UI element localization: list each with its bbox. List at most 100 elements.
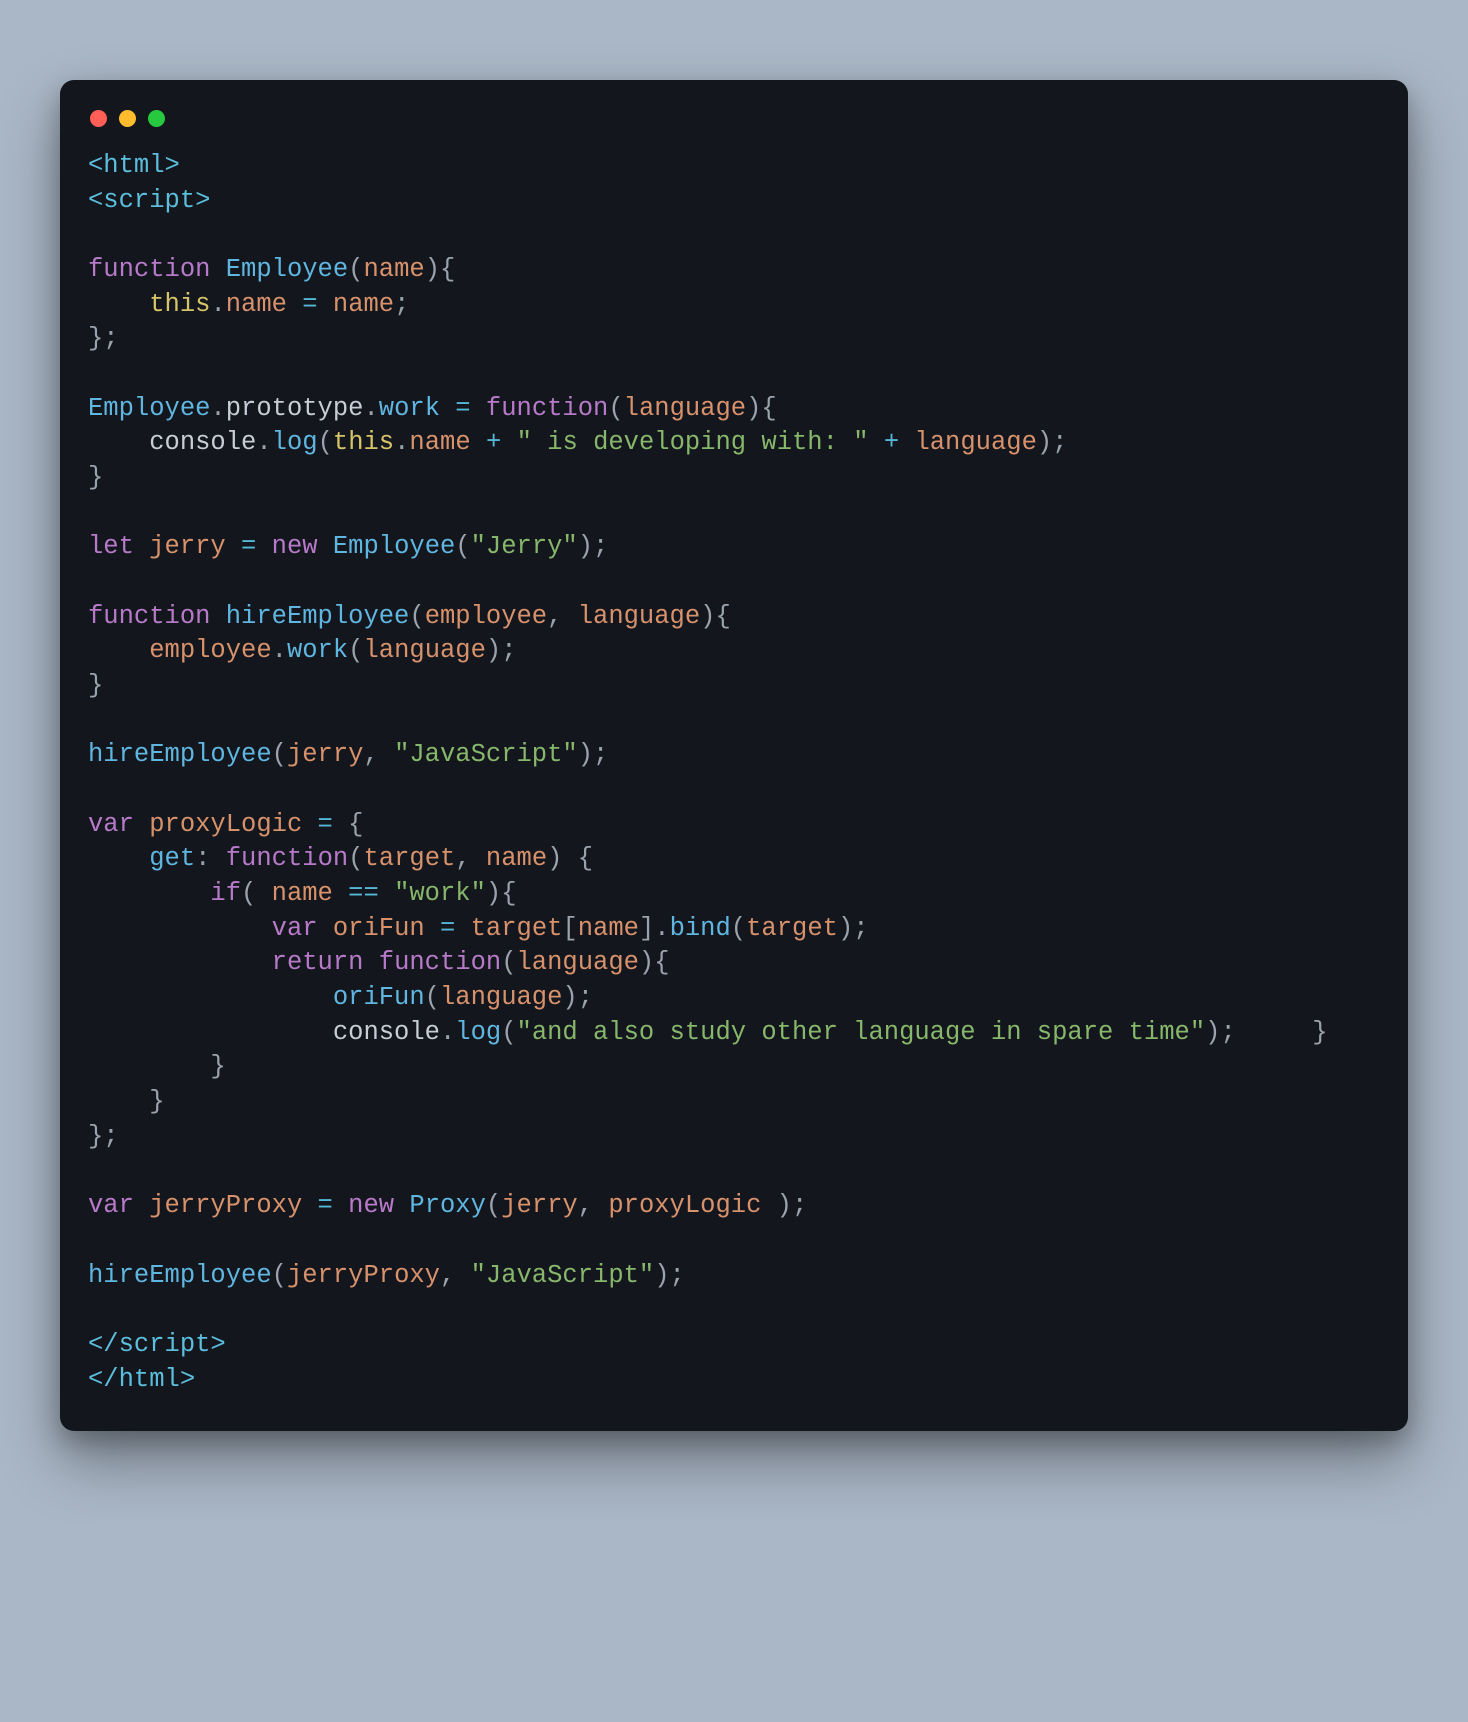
code-token: ); [562, 983, 593, 1012]
code-token: name [333, 290, 394, 319]
code-token: language [363, 636, 485, 665]
code-token: name [363, 255, 424, 284]
code-token: jerry [149, 532, 226, 561]
code-token: "and also study other language in spare … [517, 1018, 1206, 1047]
code-token: = [226, 532, 272, 561]
code-token: var [272, 914, 333, 943]
code-token: language [624, 394, 746, 423]
code-token: } [88, 1052, 226, 1081]
code-token: = [425, 914, 471, 943]
code-token: if [210, 879, 241, 908]
code-token: { [348, 810, 363, 839]
code-token: ( [608, 394, 623, 423]
code-token: ; [394, 290, 409, 319]
code-token: name [409, 428, 470, 457]
code-token: = [440, 394, 486, 423]
code-token: = [302, 1191, 348, 1220]
code-token: let [88, 532, 149, 561]
code-token: ( [501, 948, 516, 977]
code-token: ( [731, 914, 746, 943]
code-token: = [302, 810, 348, 839]
code-token: get [149, 844, 195, 873]
code-token: == [333, 879, 394, 908]
code-token: oriFun [333, 914, 425, 943]
code-token: language [517, 948, 639, 977]
code-token: </html> [88, 1365, 195, 1394]
code-token: } [88, 463, 103, 492]
close-icon[interactable] [90, 110, 107, 127]
code-token: hireEmployee [226, 602, 410, 631]
code-token: . [394, 428, 409, 457]
code-token: : [195, 844, 226, 873]
code-token: . [210, 394, 225, 423]
code-token: ); [1037, 428, 1068, 457]
code-token: ( [241, 879, 272, 908]
code-token: ( [409, 602, 424, 631]
code-token: , [455, 844, 486, 873]
code-token: Employee [88, 394, 210, 423]
code-token: prototype [226, 394, 364, 423]
code-token: target [746, 914, 838, 943]
code-token: new [272, 532, 333, 561]
code-token: jerry [287, 740, 364, 769]
code-token: , [363, 740, 394, 769]
code-token: } [1236, 1018, 1328, 1047]
code-token: function [379, 948, 501, 977]
code-window: <html> <script> function Employee(name){… [60, 80, 1408, 1431]
code-token: . [272, 636, 287, 665]
code-token: Employee [226, 255, 348, 284]
code-token: new [348, 1191, 409, 1220]
code-content[interactable]: <html> <script> function Employee(name){… [88, 149, 1380, 1397]
code-token: bind [670, 914, 731, 943]
code-token: target [471, 914, 563, 943]
code-token: + [471, 428, 517, 457]
code-token: </script> [88, 1330, 226, 1359]
code-token: name [226, 290, 287, 319]
code-token: var [88, 810, 149, 839]
code-token: }; [88, 1122, 119, 1151]
code-token: <html> [88, 151, 180, 180]
code-token: ( [425, 983, 440, 1012]
code-token: ); [486, 636, 517, 665]
code-token: var [88, 1191, 149, 1220]
code-token: , [578, 1191, 609, 1220]
code-token: console [333, 1018, 440, 1047]
code-token: ){ [746, 394, 777, 423]
code-token: this [149, 290, 210, 319]
code-token: return [272, 948, 379, 977]
code-token: } [88, 671, 103, 700]
code-token: }; [88, 324, 119, 353]
code-token: Employee [333, 532, 455, 561]
code-token: . [363, 394, 378, 423]
code-token: log [272, 428, 318, 457]
code-token: name [578, 914, 639, 943]
code-token: hireEmployee [88, 1261, 272, 1290]
code-token: "JavaScript" [471, 1261, 655, 1290]
code-token: employee [425, 602, 547, 631]
maximize-icon[interactable] [148, 110, 165, 127]
code-token: ); [761, 1191, 807, 1220]
code-token: ( [348, 255, 363, 284]
code-token: , [440, 1261, 471, 1290]
code-token: . [440, 1018, 455, 1047]
code-token: work [379, 394, 440, 423]
code-token: function [88, 602, 226, 631]
code-token: console [149, 428, 256, 457]
window-titlebar [88, 106, 1380, 149]
code-token: function [226, 844, 348, 873]
code-token: name [486, 844, 547, 873]
code-token: } [88, 1087, 165, 1116]
minimize-icon[interactable] [119, 110, 136, 127]
code-token: work [287, 636, 348, 665]
code-token: oriFun [333, 983, 425, 1012]
code-token: ( [348, 636, 363, 665]
code-token: <script> [88, 186, 210, 215]
code-token: language [578, 602, 700, 631]
code-token: jerryProxy [149, 1191, 302, 1220]
code-token: ( [348, 844, 363, 873]
code-token: ]. [639, 914, 670, 943]
code-token: Proxy [409, 1191, 486, 1220]
code-token: ){ [639, 948, 670, 977]
code-token: ) { [547, 844, 593, 873]
code-token: "work" [394, 879, 486, 908]
